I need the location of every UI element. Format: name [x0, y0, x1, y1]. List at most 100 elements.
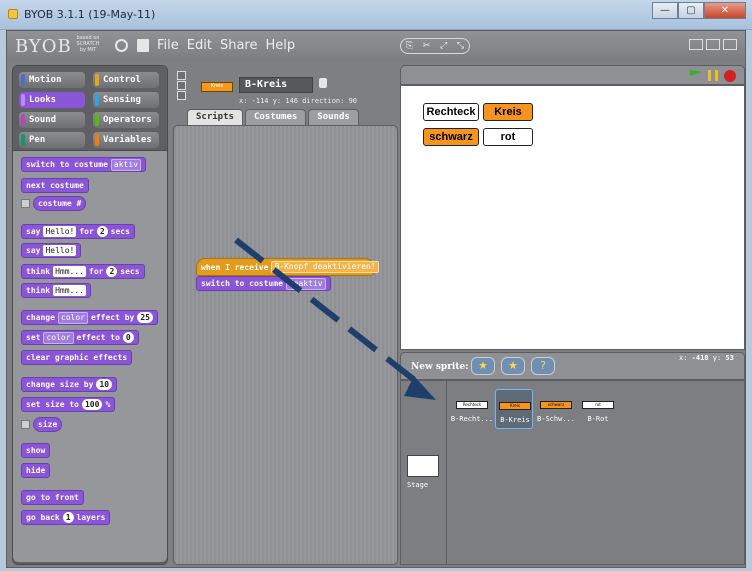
scripts-area[interactable]: when I receive B-Knopf deaktivieren! swi… [173, 125, 398, 565]
message-dropdown[interactable]: B-Knopf deaktivieren! [271, 261, 379, 273]
block-say-for[interactable]: say Hello! for 2 secs [21, 224, 135, 239]
stage-button-kreis[interactable]: Kreis [483, 103, 533, 121]
sprite-item[interactable]: rot B-Rot [579, 389, 617, 429]
block-size[interactable]: size [33, 417, 63, 432]
say-text-input[interactable]: Hello! [43, 226, 77, 237]
stamp-icon[interactable]: ⎘ [406, 41, 413, 51]
sprite-coordinates: x: -114 y: 146 direction: 90 [239, 97, 358, 105]
layers-input[interactable]: 1 [62, 512, 74, 523]
size-input[interactable]: 100 [81, 399, 103, 410]
think-text-input[interactable]: Hmm... [53, 285, 86, 296]
say-text-input[interactable]: Hello! [43, 245, 77, 256]
category-pen[interactable]: Pen [19, 132, 85, 148]
block-go-to-front[interactable]: go to front [21, 490, 84, 505]
delete-icon[interactable]: ✂ [423, 41, 431, 51]
menu-share[interactable]: Share [220, 38, 258, 53]
category-control[interactable]: Control [93, 72, 159, 88]
block-change-effect[interactable]: change color effect by 25 [21, 310, 158, 325]
menu-file[interactable]: File [157, 38, 179, 53]
tab-scripts[interactable]: Scripts [187, 109, 243, 125]
category-motion[interactable]: Motion [19, 72, 85, 88]
size-change-input[interactable]: 10 [96, 379, 113, 390]
block-label: say [26, 227, 41, 236]
stage-button-rot[interactable]: rot [483, 128, 533, 146]
block-think-for[interactable]: think Hmm... for 2 secs [21, 264, 145, 279]
effect-value-input[interactable]: 0 [122, 332, 134, 343]
close-button[interactable]: ✕ [704, 2, 746, 19]
normal-stage-icon[interactable] [706, 39, 720, 50]
block-clear-effects[interactable]: clear graphic effects [21, 350, 133, 365]
block-switch-costume-script[interactable]: switch to costume deaktiv [196, 276, 331, 291]
category-looks[interactable]: Looks [19, 92, 85, 108]
stage-button-schwarz[interactable]: schwarz [423, 128, 479, 146]
block-say[interactable]: say Hello! [21, 243, 82, 258]
sprite-name-field[interactable]: B-Kreis [239, 77, 313, 93]
block-hide[interactable]: hide [21, 463, 51, 478]
block-costume-num[interactable]: costume # [33, 196, 87, 211]
block-label: secs [110, 227, 130, 236]
category-sensing[interactable]: Sensing [93, 92, 159, 108]
block-switch-costume[interactable]: switch to costume aktiv [21, 157, 146, 172]
globe-icon[interactable] [115, 39, 128, 52]
small-stage-icon[interactable] [689, 39, 703, 50]
block-set-effect[interactable]: set color effect to 0 [21, 330, 139, 345]
menu-help[interactable]: Help [265, 38, 295, 53]
block-when-i-receive[interactable]: when I receive B-Knopf deaktivieren! [196, 258, 379, 276]
stop-icon[interactable] [724, 70, 736, 82]
choose-sprite-icon[interactable]: ★ [501, 357, 525, 375]
editor-tabs: Scripts Costumes Sounds [187, 109, 359, 125]
costume-dropdown[interactable]: aktiv [110, 158, 141, 171]
minimize-button[interactable]: — [652, 2, 678, 19]
green-flag-icon[interactable] [690, 70, 702, 76]
tab-sounds[interactable]: Sounds [308, 109, 359, 125]
block-label: set size to [26, 400, 79, 409]
stage-button-rechteck[interactable]: Rechteck [423, 103, 479, 121]
sprite-item[interactable]: schwarz B-Schw... [537, 389, 575, 429]
pause-icon[interactable] [708, 70, 718, 81]
block-set-size[interactable]: set size to 100 % [21, 397, 116, 412]
size-checkbox[interactable] [21, 420, 30, 429]
costume-dropdown[interactable]: deaktiv [285, 277, 326, 290]
block-label: % [105, 400, 111, 409]
lock-icon[interactable] [319, 78, 327, 88]
flip-icon[interactable] [177, 81, 186, 90]
tab-costumes[interactable]: Costumes [244, 109, 307, 125]
stage-label: Stage [407, 481, 429, 489]
sprite-thumbnail: Kreis [499, 402, 531, 410]
menu: File Edit Share Help [157, 38, 295, 53]
block-label: switch to costume [26, 160, 108, 169]
stage-thumbnail[interactable] [407, 455, 439, 477]
no-rotate-icon[interactable] [177, 91, 186, 100]
costume-num-checkbox[interactable] [21, 199, 30, 208]
stage-toolbar [400, 65, 745, 85]
random-sprite-icon[interactable]: ? [531, 357, 555, 375]
presentation-icon[interactable] [723, 39, 737, 50]
stage[interactable]: Rechteck Kreis schwarz rot [400, 85, 745, 350]
effect-dropdown[interactable]: color [57, 311, 88, 324]
block-next-costume[interactable]: next costume [21, 178, 89, 193]
effect-dropdown[interactable]: color [43, 331, 74, 344]
block-go-back[interactable]: go back 1 layers [21, 510, 111, 525]
block-label: think [26, 286, 51, 295]
menu-edit[interactable]: Edit [187, 38, 212, 53]
mouse-x: -418 [691, 354, 709, 362]
category-variables[interactable]: Variables [93, 132, 159, 148]
effect-amount-input[interactable]: 25 [137, 312, 153, 323]
category-sound[interactable]: Sound [19, 112, 85, 128]
maximize-button[interactable]: ▢ [678, 2, 704, 19]
sprite-name: B-Rot [587, 415, 609, 423]
category-operators[interactable]: Operators [93, 112, 159, 128]
save-icon[interactable] [137, 39, 149, 52]
think-text-input[interactable]: Hmm... [53, 266, 86, 277]
secs-input[interactable]: 2 [106, 266, 118, 277]
shrink-icon[interactable]: ⤡ [457, 41, 464, 51]
paint-sprite-icon[interactable]: ★ [471, 357, 495, 375]
block-think[interactable]: think Hmm... [21, 283, 91, 298]
grow-icon[interactable]: ⤢ [440, 41, 447, 51]
block-change-size[interactable]: change size by 10 [21, 377, 118, 392]
rotate-icon[interactable] [177, 71, 186, 80]
block-show[interactable]: show [21, 443, 51, 458]
sprite-item[interactable]: Rechteck B-Recht... [451, 389, 493, 429]
secs-input[interactable]: 2 [96, 226, 108, 237]
sprite-item-selected[interactable]: Kreis B-Kreis [495, 389, 533, 429]
